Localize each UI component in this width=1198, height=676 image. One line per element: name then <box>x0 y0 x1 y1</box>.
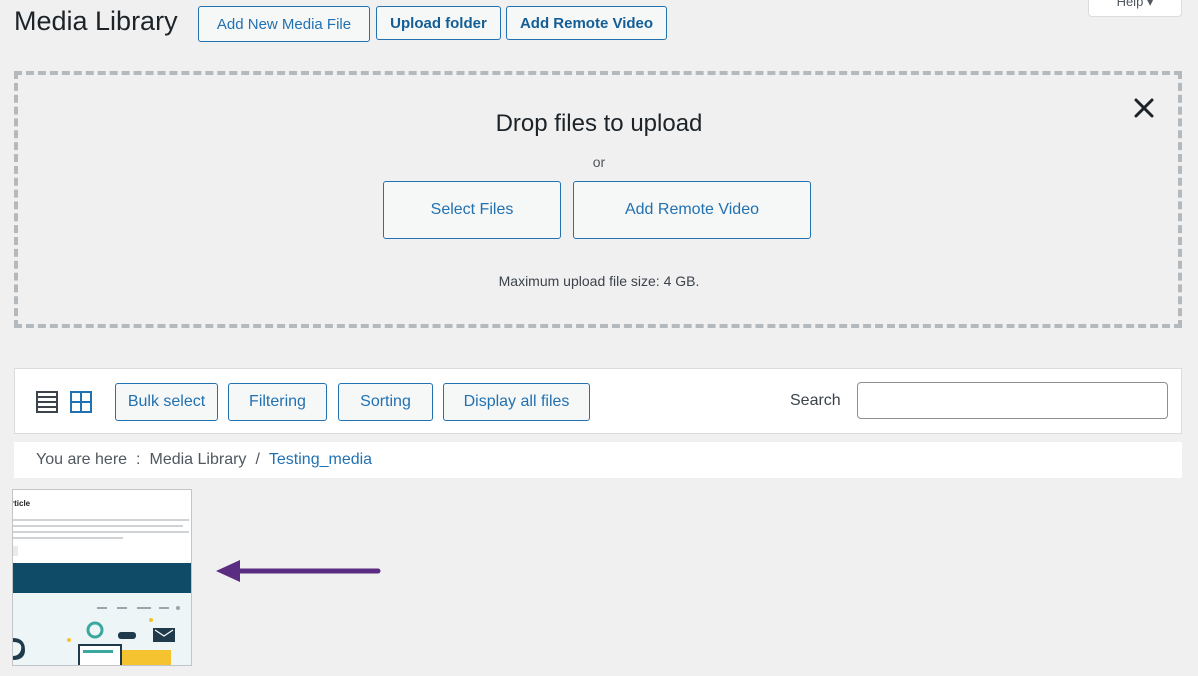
bulk-select-button[interactable]: Bulk select <box>115 383 218 421</box>
add-remote-video-button[interactable]: Add Remote Video <box>506 6 667 40</box>
thumbnail-preview-image: rticle <box>13 490 191 665</box>
drop-or-text: or <box>592 154 606 170</box>
search-input[interactable] <box>857 382 1168 419</box>
breadcrumb-root[interactable]: Media Library <box>150 451 247 469</box>
breadcrumb-current[interactable]: Testing_media <box>269 451 372 469</box>
filtering-button[interactable]: Filtering <box>228 383 327 421</box>
page-title: Media Library <box>14 6 178 36</box>
max-upload-size-text: Maximum upload file size: 4 GB. <box>498 273 700 289</box>
thumbnail-heading: rticle <box>13 499 31 508</box>
sorting-button[interactable]: Sorting <box>338 383 433 421</box>
breadcrumb-prefix: You are here <box>36 451 128 468</box>
arrow-left-icon <box>214 557 384 592</box>
breadcrumb-colon: : <box>136 451 141 468</box>
upload-folder-button[interactable]: Upload folder <box>376 6 501 40</box>
breadcrumb: You are here : Media Library / Testing_m… <box>14 442 1182 478</box>
grid-view-icon[interactable] <box>70 391 92 413</box>
media-thumbnail[interactable]: rticle <box>12 489 192 666</box>
help-tab[interactable]: Help ▾ <box>1088 0 1182 17</box>
list-view-icon[interactable] <box>36 391 58 413</box>
display-all-files-button[interactable]: Display all files <box>443 383 590 421</box>
add-new-media-button[interactable]: Add New Media File <box>198 6 370 42</box>
select-files-button[interactable]: Select Files <box>383 181 561 239</box>
breadcrumb-slash: / <box>255 451 260 468</box>
drop-files-title: Drop files to upload <box>495 110 703 137</box>
add-remote-video-upload-button[interactable]: Add Remote Video <box>573 181 811 239</box>
search-label: Search <box>790 392 841 409</box>
